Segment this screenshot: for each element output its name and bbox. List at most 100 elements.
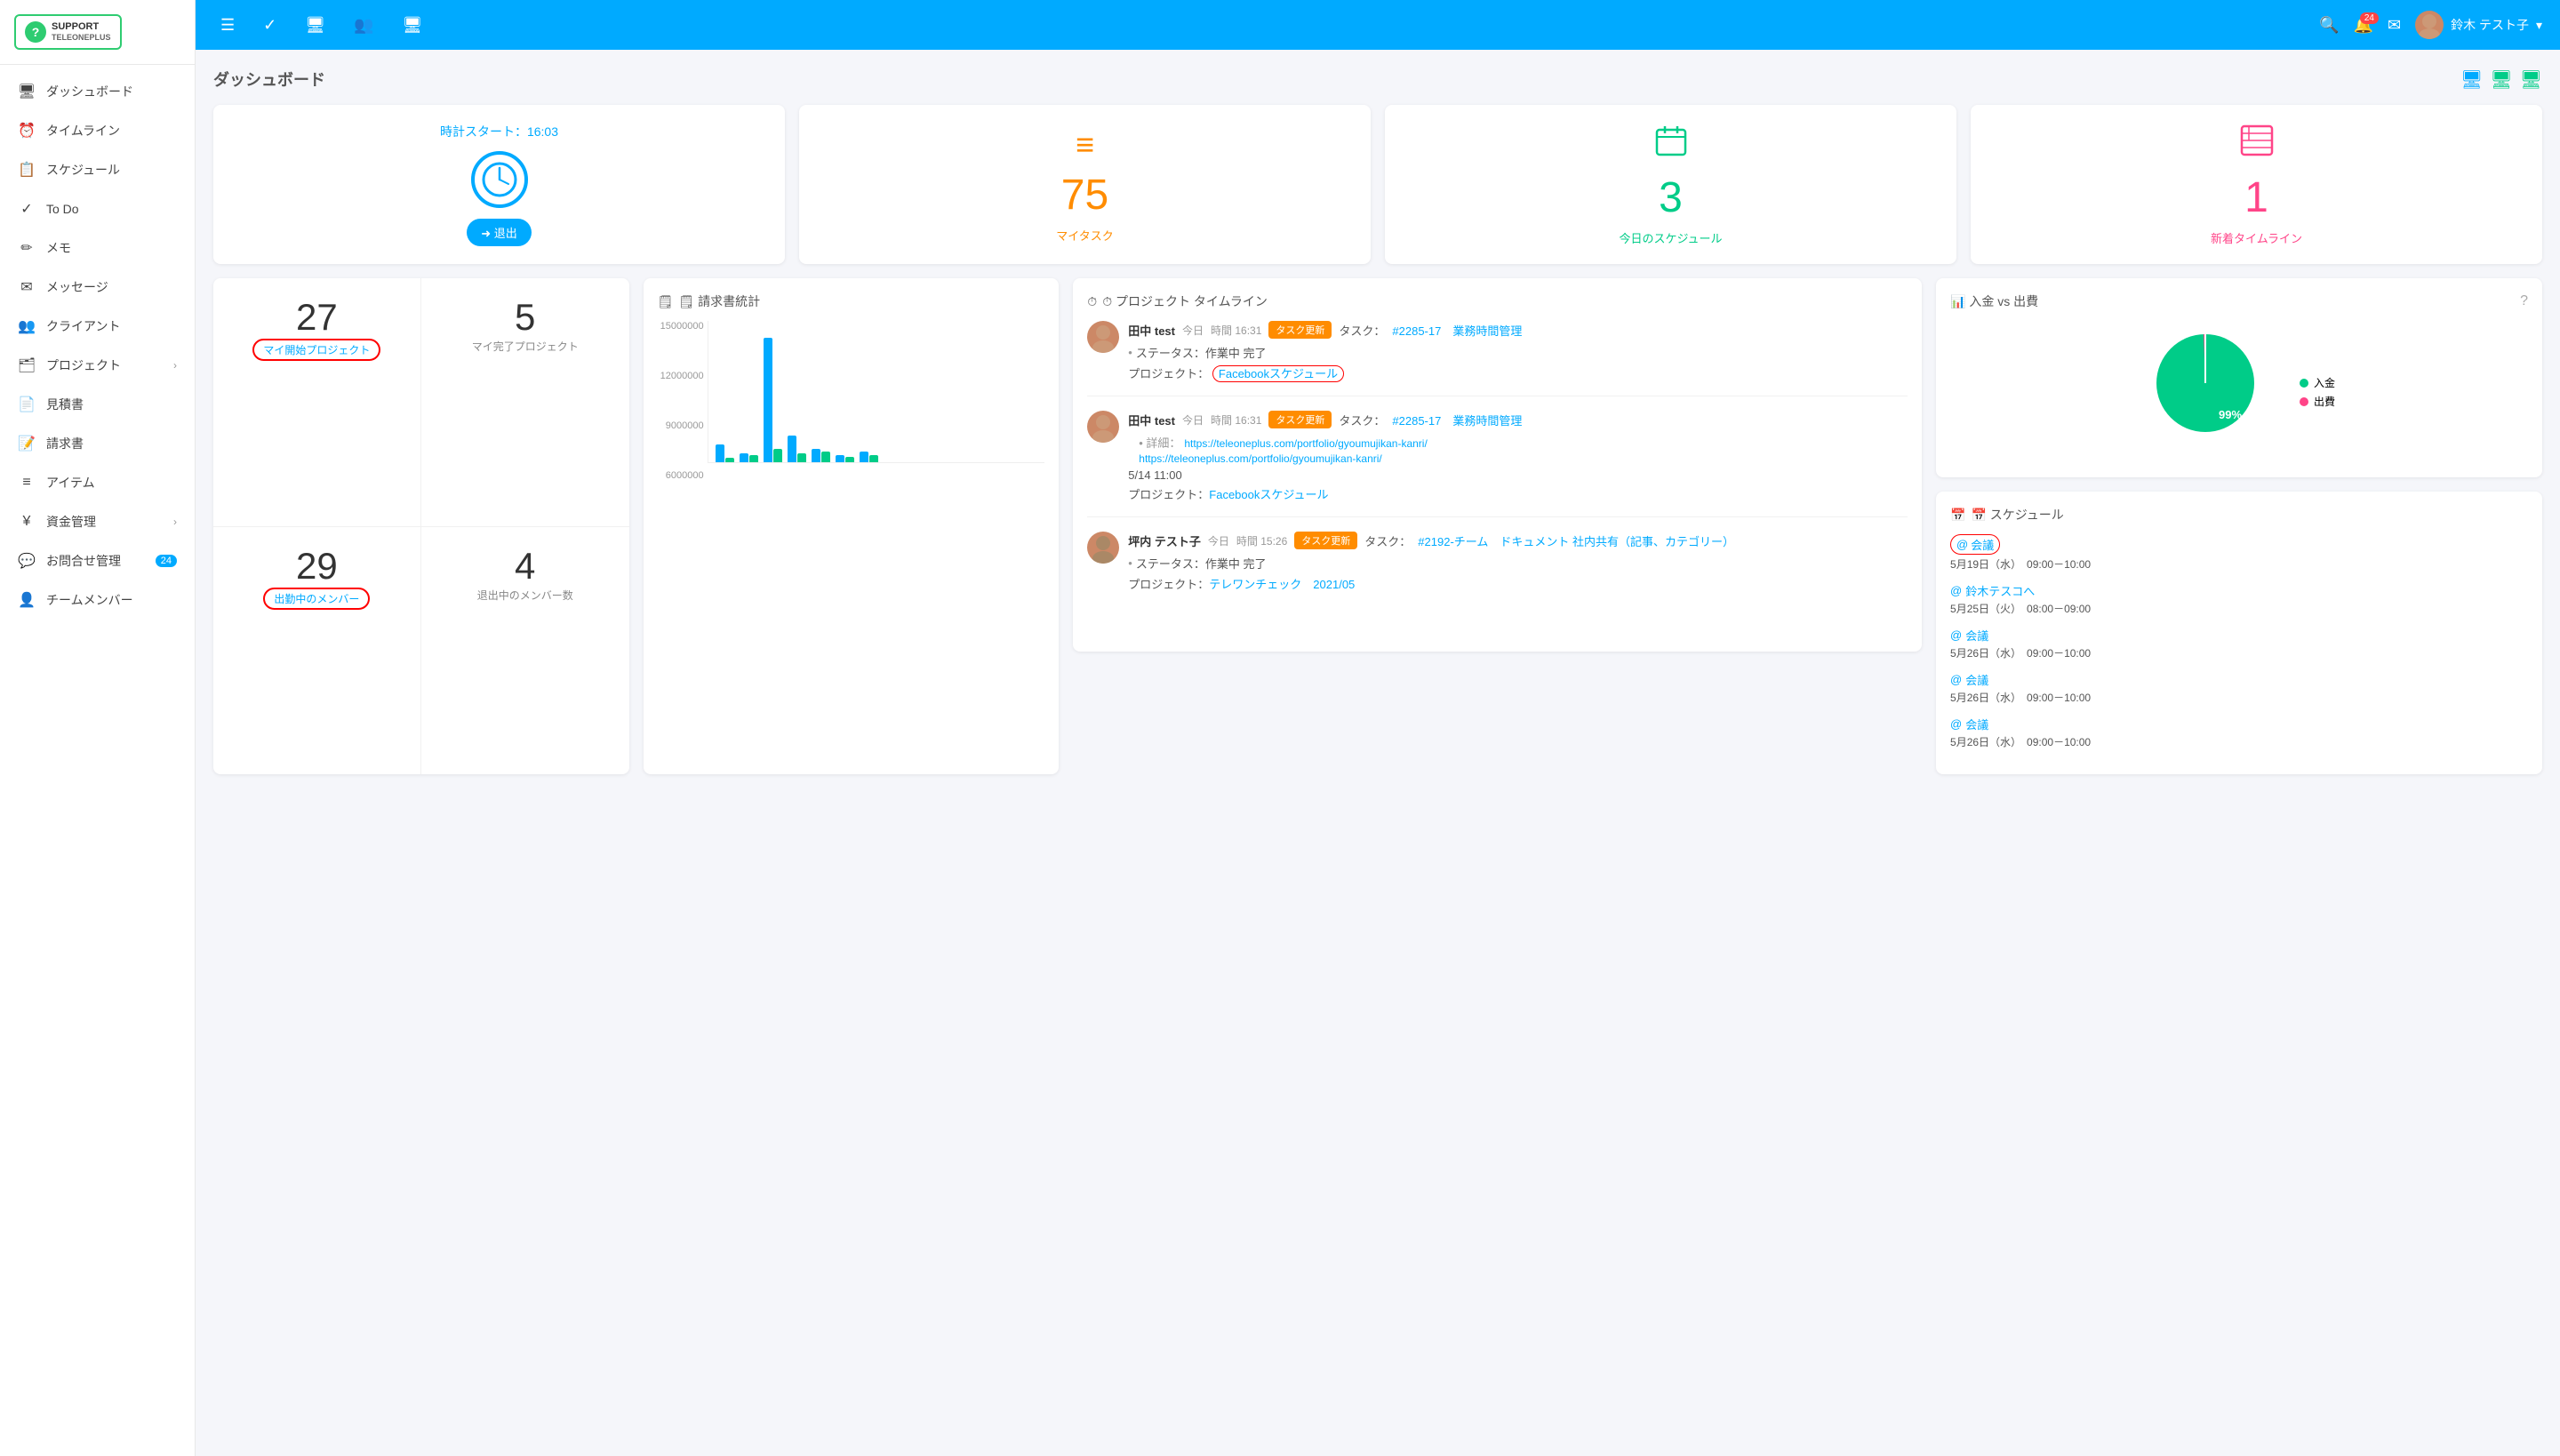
view-icons: 🖥 🖥 🖥 (2460, 68, 2542, 91)
expense-dot (2300, 397, 2308, 406)
team-icon: 👤 (18, 591, 36, 609)
schedule-date-4: 5月26日（水） 09:00－10:00 (1950, 690, 2528, 705)
sidebar-item-invoice[interactable]: 📝 請求書 (0, 424, 195, 463)
pie-percent-text: 99% (2219, 408, 2242, 421)
schedule-at-5: @ (1950, 717, 1962, 731)
help-icon[interactable]: ? (2520, 293, 2528, 309)
tl-detail-link-2b[interactable]: https://teleoneplus.com/portfolio/gyoumu… (1139, 452, 1381, 465)
sidebar-item-inquiry[interactable]: 💬 お問合せ管理 24 (0, 541, 195, 580)
user-dropdown-icon[interactable]: ▾ (2536, 18, 2542, 33)
notification-icon[interactable]: 🔔 24 (2354, 16, 2373, 35)
schedule-item-title-3[interactable]: @ 会議 (1950, 627, 2528, 644)
logo-text: SUPPORTTELEONEPLUS (52, 21, 111, 43)
sidebar-label-inquiry: お問合せ管理 (46, 552, 121, 570)
sidebar-item-memo[interactable]: ✏ メモ (0, 228, 195, 268)
schedule-item-title-5[interactable]: @ 会議 (1950, 716, 2528, 732)
proj-completed-num: 5 (439, 296, 612, 339)
sidebar-item-client[interactable]: 👥 クライアント (0, 307, 195, 346)
y-label-1: 15000000 (658, 321, 704, 332)
display-icon[interactable]: 🖥 (298, 9, 332, 42)
tl-task-text-1: タスク： (1339, 322, 1385, 339)
schedule-item-title-2[interactable]: @ 鈴木テスコへ (1950, 582, 2528, 599)
project-icon: 🗂 (18, 356, 36, 374)
schedule-at-2: @ (1950, 584, 1962, 597)
legend: 入金 出費 (2300, 375, 2335, 409)
client-icon: 👥 (18, 317, 36, 335)
user-area[interactable]: 鈴木 テスト子 ▾ (2415, 11, 2542, 39)
sidebar-item-items[interactable]: ≡ アイテム (0, 463, 195, 502)
tl-project-link-3[interactable]: テレワンチェック 2021/05 (1209, 578, 1355, 591)
schedule-number: 3 (1659, 173, 1683, 222)
tl-project-link-1[interactable]: Facebookスケジュール (1209, 365, 1344, 382)
sidebar-label-dashboard: ダッシュボード (46, 83, 133, 100)
y-label-4: 6000000 (658, 470, 704, 481)
view-tablet-icon[interactable]: 🖥 (2490, 68, 2512, 91)
tl-task-prefix-3: タスク： (1364, 532, 1411, 549)
items-icon: ≡ (18, 474, 36, 492)
inquiry-badge: 24 (156, 555, 177, 567)
users-topbar-icon[interactable]: 👥 (347, 9, 380, 42)
logo-sub: TELEONEPLUS (52, 33, 111, 43)
sidebar-item-dashboard[interactable]: 🖥 ダッシュボード (0, 72, 195, 111)
tasks-number: 75 (1061, 171, 1108, 220)
schedule-item-2: @ 鈴木テスコへ 5月25日（火） 08:00－09:00 (1950, 582, 2528, 616)
proj-leaving-label[interactable]: 退出中のメンバー数 (477, 589, 573, 602)
sidebar-label-project: プロジェクト (46, 356, 121, 374)
tl-task-link-1[interactable]: #2285-17 業務時間管理 (1392, 322, 1522, 339)
logo-icon: ? (25, 21, 46, 43)
menu-icon[interactable]: ☰ (213, 9, 242, 42)
expense-legend-label: 出費 (2314, 394, 2335, 409)
sidebar-item-project[interactable]: 🗂 プロジェクト › (0, 346, 195, 385)
proj-leaving-num: 4 (439, 545, 612, 588)
sidebar-item-message[interactable]: ✉ メッセージ (0, 268, 195, 307)
sidebar-item-team[interactable]: 👤 チームメンバー (0, 580, 195, 620)
memo-icon: ✏ (18, 239, 36, 257)
sidebar-label-schedule: スケジュール (46, 161, 120, 179)
view-desktop-icon[interactable]: 🖥 (2460, 68, 2483, 91)
sidebar-item-finance[interactable]: ¥ 資金管理 › (0, 502, 195, 541)
sidebar-label-client: クライアント (46, 317, 120, 335)
sidebar-item-todo[interactable]: ✓ To Do (0, 189, 195, 228)
tl-avatar-3 (1087, 532, 1119, 564)
schedule-item-title-1[interactable]: @ 会議 (1950, 534, 2528, 555)
todo-topbar-icon[interactable]: ✓ (256, 9, 284, 42)
proj-started-label[interactable]: マイ開始プロジェクト (263, 344, 370, 356)
bar-group-7 (860, 452, 878, 462)
invoice-doc-icon: 🗒 (658, 294, 674, 309)
monitor-icon[interactable]: 🖥 (396, 9, 430, 42)
bar-green (749, 455, 758, 462)
search-icon[interactable]: 🔍 (2319, 16, 2339, 35)
schedule-title-val-3: 会議 (1965, 627, 1988, 644)
timeline-item-2: 田中 test 今日 時間 16:31 タスク更新 タスク： #2285-17 … (1087, 411, 1908, 517)
bar-blue (740, 453, 748, 462)
sidebar-item-schedule[interactable]: 📋 スケジュール (0, 150, 195, 189)
right-panel: 📊 入金 vs 出費 ? (1936, 278, 2542, 774)
sidebar-item-estimate[interactable]: 📄 見積書 (0, 385, 195, 424)
bar-group-1 (716, 444, 734, 462)
schedule-at-4: @ (1950, 673, 1962, 686)
tl-detail-link-2[interactable]: https://teleoneplus.com/portfolio/gyoumu… (1184, 437, 1427, 450)
bar-green (845, 457, 854, 462)
invoice-title-text: 🗒 請求書統計 (678, 292, 760, 310)
content: ダッシュボード 🖥 🖥 🖥 時計スタート：16:03 ➜ 退出 (196, 50, 2560, 1456)
exit-button[interactable]: ➜ 退出 (467, 219, 532, 246)
schedule-item-title-4[interactable]: @ 会議 (1950, 671, 2528, 688)
schedule-highlight-1: @ 会議 (1950, 534, 2000, 555)
schedule-date-5: 5月26日（水） 09:00－10:00 (1950, 734, 2528, 749)
tl-header-3: 坪内 テスト子 今日 時間 15:26 タスク更新 タスク： #2192-チーム… (1128, 532, 1908, 549)
clock-icon (471, 151, 528, 208)
schedule-date-1: 5月19日（水） 09:00－10:00 (1950, 556, 2528, 572)
proj-completed-label[interactable]: マイ完了プロジェクト (472, 340, 579, 353)
view-mobile-icon[interactable]: 🖥 (2520, 68, 2542, 91)
clock-small-icon: ⏱ (1087, 294, 1097, 309)
right-content: ⏱ ⏱ プロジェクト タイムライン 田中 test 今日 時間 16:31 (1073, 278, 2542, 774)
mail-icon[interactable]: ✉ (2388, 16, 2401, 35)
tl-project-link-2[interactable]: Facebookスケジュール (1209, 488, 1328, 501)
bar-group-4 (788, 436, 806, 462)
sidebar-item-timeline[interactable]: ⏰ タイムライン (0, 111, 195, 150)
tl-task-link-3[interactable]: #2192-チーム ドキュメント 社内共有（記事、カテゴリー） (1418, 532, 1734, 549)
tl-task-link-2[interactable]: #2285-17 業務時間管理 (1392, 412, 1522, 428)
proj-attending-label[interactable]: 出勤中のメンバー (274, 593, 359, 605)
logo-box: ? SUPPORTTELEONEPLUS (14, 14, 122, 50)
bar-green (725, 458, 734, 462)
